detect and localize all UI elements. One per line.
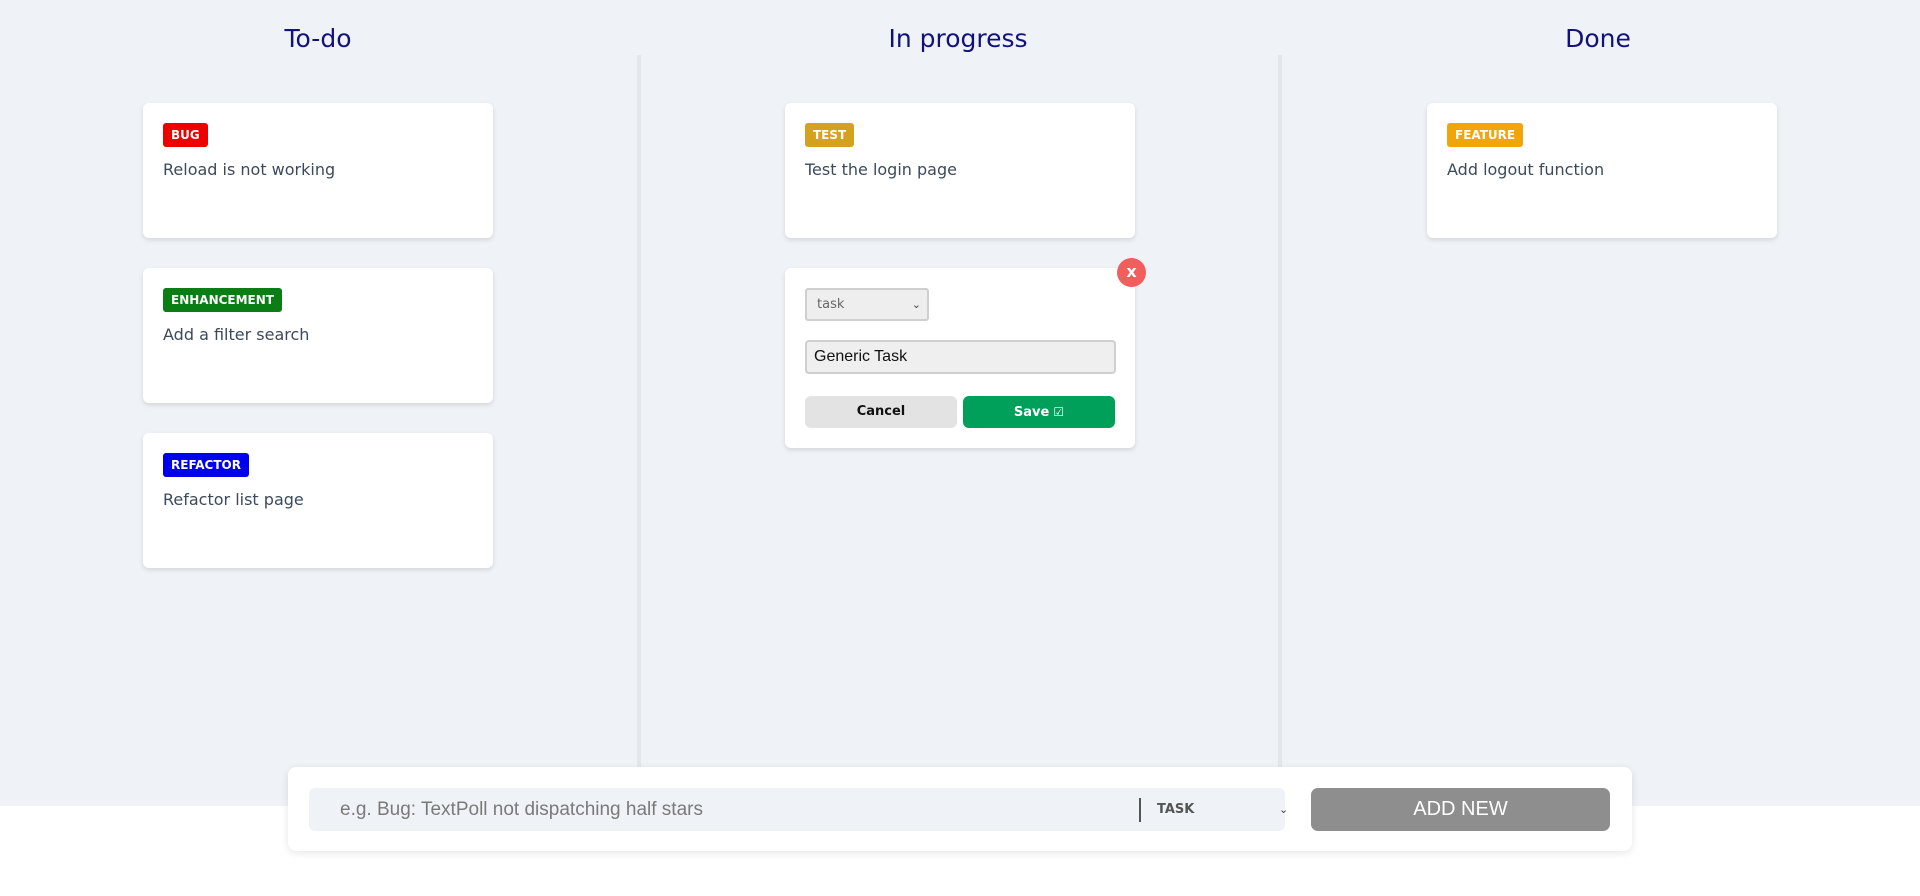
column-title-todo: To-do [284,24,352,53]
chevron-down-icon: ⌄ [1279,803,1289,816]
task-card[interactable]: BUG Reload is not working [143,103,493,238]
new-task-placeholder: e.g. Bug: TextPoll not dispatching half … [340,799,703,820]
task-text: Test the login page [805,160,957,179]
column-done: Done FEATURE Add logout function [1280,0,1920,806]
new-task-input[interactable]: e.g. Bug: TextPoll not dispatching half … [309,788,1289,831]
add-task-bar: e.g. Bug: TextPoll not dispatching half … [288,767,1632,851]
task-card[interactable]: ENHANCEMENT Add a filter search [143,268,493,403]
input-separator [1139,798,1141,822]
column-title-done: Done [1565,24,1631,53]
save-button-label: Save [1013,405,1050,420]
task-title-input[interactable]: Generic Task [805,340,1116,374]
tag-badge-test: TEST [805,123,855,147]
column-title-in-progress: In progress [888,24,1028,53]
task-card[interactable]: TEST Test the login page [785,103,1135,238]
task-text: Reload is not working [163,160,336,179]
task-text: Add a filter search [163,325,310,344]
tag-badge-enhancement: ENHANCEMENT [163,288,282,312]
add-new-button-label: ADD NEW [1413,798,1508,820]
task-card[interactable]: FEATURE Add logout function [1427,103,1777,238]
cancel-button-label: Cancel [856,404,906,419]
kanban-board: To-do BUG Reload is not working ENHANCEM… [0,0,1920,806]
tag-badge-refactor: REFACTOR [163,453,249,477]
task-text: Refactor list page [163,490,304,509]
tag-badge-bug: BUG [163,123,208,147]
chevron-down-icon: ⌄ [911,298,921,311]
task-type-select[interactable]: task ⌄ [805,288,929,321]
column-todo: To-do BUG Reload is not working ENHANCEM… [0,0,640,806]
column-in-progress: In progress TEST Test the login page tas… [640,0,1280,806]
new-task-type-select[interactable]: TASK [1157,788,1194,831]
add-new-button[interactable]: ADD NEW [1311,788,1610,831]
task-text: Add logout function [1447,160,1605,179]
save-button[interactable]: Save ☑ [963,396,1115,428]
check-square-icon: ☑ [1053,405,1065,419]
tag-badge-feature: FEATURE [1447,123,1524,147]
task-type-value: task [817,297,845,312]
task-card[interactable]: REFACTOR Refactor list page [143,433,493,568]
close-edit-button[interactable]: x [1117,258,1146,287]
new-task-edit-card: task ⌄ Generic Task Cancel Save ☑ [785,268,1135,448]
cancel-button[interactable]: Cancel [805,396,957,428]
